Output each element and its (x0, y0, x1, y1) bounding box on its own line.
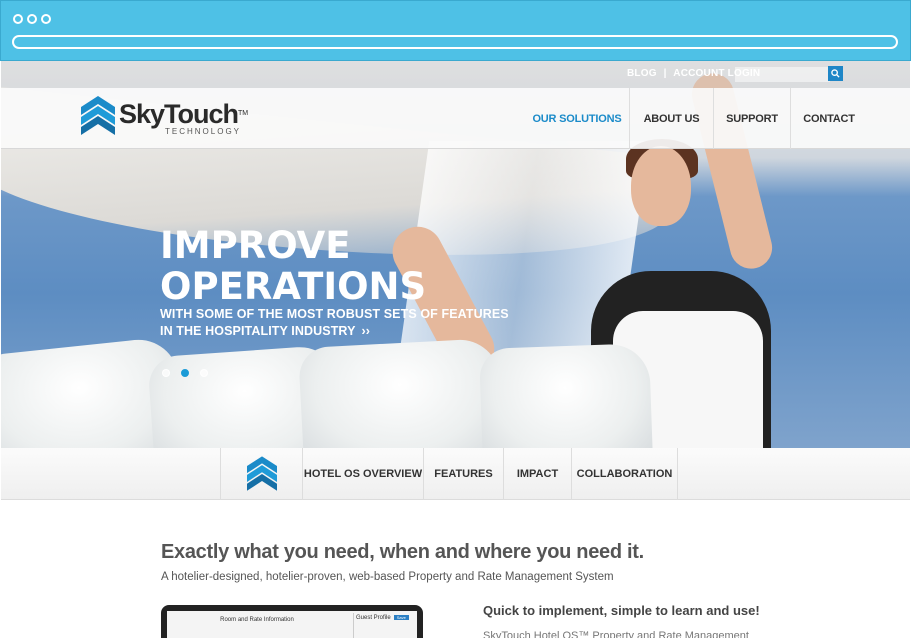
hero-person-head (631, 146, 691, 226)
carousel-dot-3[interactable] (200, 369, 208, 377)
laptop-screenshot: Room and Rate Information Guest Profile S… (161, 605, 423, 638)
hero-subtitle-line: IN THE HOSPITALITY INDUSTRY ›› (160, 323, 509, 340)
feature-text: SkyTouch Hotel OS™ Property and Rate Man… (483, 630, 749, 638)
window-minimize-dot[interactable] (27, 14, 37, 24)
skytouch-chevron-logo-icon (246, 456, 277, 491)
screen-guest-panel: Guest Profile Save (353, 613, 417, 638)
window-maximize-dot[interactable] (41, 14, 51, 24)
hero-subtitle-line: WITH SOME OF THE MOST ROBUST SETS OF FEA… (160, 307, 509, 321)
hero-title: IMPROVE OPERATIONS (160, 225, 426, 307)
blog-link[interactable]: BLOG (627, 68, 657, 79)
hero-title-line: OPERATIONS (160, 265, 427, 308)
nav-our-solutions[interactable]: OUR SOLUTIONS (525, 88, 629, 149)
window-close-dot[interactable] (13, 14, 23, 24)
subnav-logo[interactable] (221, 448, 303, 500)
content-subheading: A hotelier-designed, hotelier-proven, we… (161, 571, 614, 583)
feature-heading: Quick to implement, simple to learn and … (483, 603, 760, 618)
hero-subtitle[interactable]: WITH SOME OF THE MOST ROBUST SETS OF FEA… (160, 306, 509, 340)
screen-panel-button: Save (393, 615, 409, 620)
site-header: SkyTouchTM TECHNOLOGY OUR SOLUTIONS ABOU… (1, 88, 910, 149)
trademark-mark: TM (238, 110, 249, 117)
nav-contact[interactable]: CONTACT (790, 88, 867, 149)
product-subnav: HOTEL OS OVERVIEW FEATURES IMPACT COLLAB… (1, 448, 910, 500)
search-input[interactable] (735, 67, 830, 82)
carousel-dots (162, 369, 208, 377)
hero-pillow (478, 343, 654, 448)
nav-support[interactable]: SUPPORT (713, 88, 790, 149)
subnav-impact[interactable]: IMPACT (504, 448, 572, 500)
subnav-hotel-os-overview[interactable]: HOTEL OS OVERVIEW (303, 448, 424, 500)
search-icon (831, 69, 840, 78)
skytouch-logo[interactable]: SkyTouchTM TECHNOLOGY (81, 96, 248, 136)
nav-about-us[interactable]: ABOUT US (629, 88, 713, 149)
brand-subtitle: TECHNOLOGY (165, 127, 242, 136)
website: IMPROVE OPERATIONS WITH SOME OF THE MOST… (1, 61, 910, 638)
double-chevron-right-icon[interactable]: ›› (362, 324, 371, 338)
skytouch-chevron-logo-icon (81, 96, 115, 135)
subnav-collaboration[interactable]: COLLABORATION (572, 448, 678, 500)
address-bar[interactable] (12, 35, 898, 49)
utility-bar: BLOG | ACCOUNT LOGIN (1, 61, 910, 88)
main-navigation: OUR SOLUTIONS ABOUT US SUPPORT CONTACT (525, 88, 867, 149)
screen-title: Room and Rate Information (220, 617, 294, 623)
hero-title-line: IMPROVE (160, 224, 351, 267)
carousel-dot-2[interactable] (181, 369, 189, 377)
hero-pillow (297, 337, 505, 448)
carousel-dot-1[interactable] (162, 369, 170, 377)
hero-subtitle-text: IN THE HOSPITALITY INDUSTRY (160, 324, 356, 338)
window-controls (13, 14, 51, 24)
brand-name: SkyTouch (119, 99, 239, 129)
content-heading: Exactly what you need, when and where yo… (161, 541, 644, 563)
search-button[interactable] (828, 66, 843, 81)
screen-panel-title: Guest Profile (356, 615, 391, 621)
utility-separator: | (663, 68, 667, 79)
browser-toolbar (0, 0, 911, 61)
subnav-features[interactable]: FEATURES (424, 448, 504, 500)
